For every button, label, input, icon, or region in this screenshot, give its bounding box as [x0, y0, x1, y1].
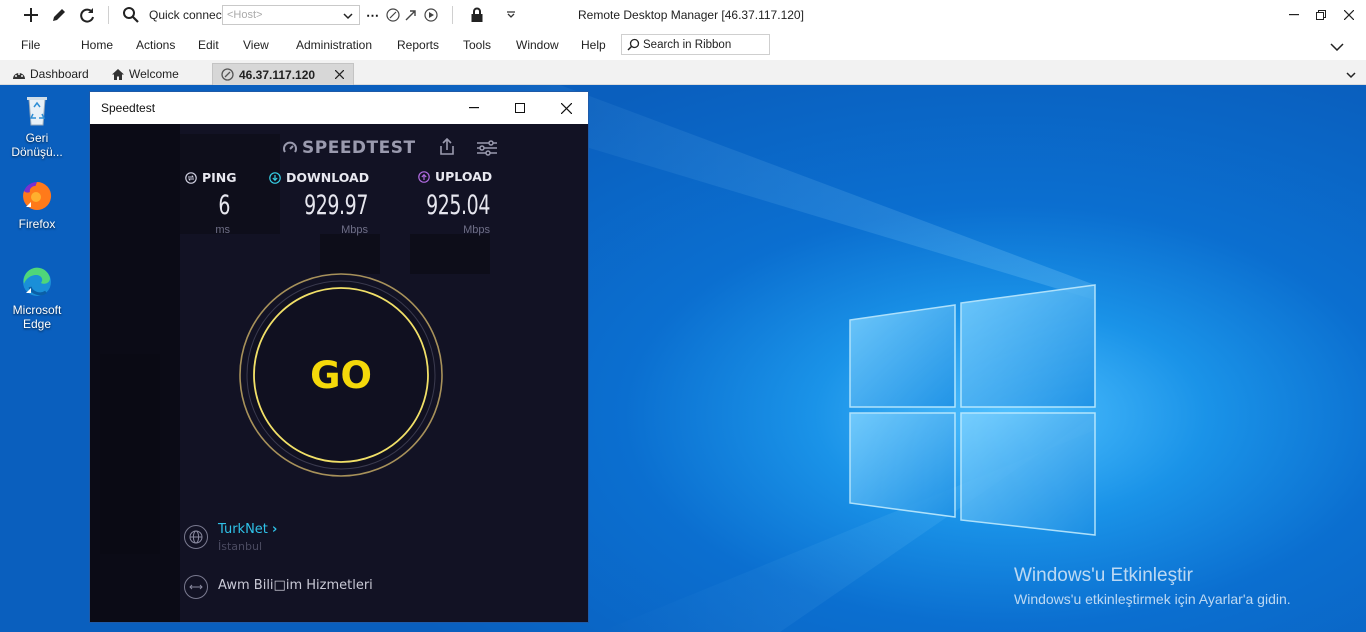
tab-welcome[interactable]: Welcome	[111, 63, 179, 85]
rdp-session-icon	[221, 68, 234, 81]
download-header: DOWNLOAD	[269, 170, 369, 185]
desktop-icon-recycle-bin[interactable]: Geri Dönüşü...	[2, 93, 72, 159]
upload-icon	[418, 170, 430, 183]
host-input[interactable]	[222, 5, 360, 25]
settings-sliders-icon[interactable]	[476, 140, 498, 159]
speedtest-content: SPEEDTEST PING 6 ms DOWNLOAD 929.97 Mbps	[90, 124, 588, 622]
more-options-icon[interactable]: ⋯	[366, 8, 380, 24]
tab-dashboard-label: Dashboard	[30, 67, 89, 81]
speedtest-window-title: Speedtest	[101, 101, 156, 115]
desktop-icon-firefox[interactable]: Firefox	[2, 179, 72, 231]
ping-header: PING	[185, 170, 237, 185]
chevron-right-icon: ›	[272, 522, 278, 537]
window-title: Remote Desktop Manager [46.37.117.120]	[578, 8, 804, 22]
isp-location: İstanbul	[218, 540, 263, 553]
title-bar: Quick connect ⋯ Remote Desktop Manager […	[0, 0, 1366, 30]
collapse-ribbon-icon[interactable]	[1330, 40, 1344, 54]
minimize-icon[interactable]	[462, 96, 486, 120]
upload-header: UPLOAD	[418, 169, 492, 184]
desktop-icon-edge[interactable]: Microsoft Edge	[2, 265, 72, 331]
ping-label: PING	[202, 170, 237, 185]
menu-reports[interactable]: Reports	[397, 38, 439, 52]
server-info[interactable]: Awm Bili□im Hizmetleri	[184, 572, 484, 612]
desktop-icon-label: Microsoft Edge	[12, 303, 62, 331]
upload-value: 925.04	[426, 190, 490, 221]
menu-bar: File Home Actions Edit View Administrati…	[0, 30, 1366, 60]
activate-windows-title: Windows'u Etkinleştir	[1014, 565, 1193, 586]
menu-tools[interactable]: Tools	[463, 38, 491, 52]
close-icon[interactable]	[1337, 3, 1361, 27]
speedtest-logo-text: SPEEDTEST	[302, 138, 416, 158]
toolbar-divider	[452, 6, 453, 24]
activate-windows-subtitle: Windows'u etkinleştirmek için Ayarlar'a …	[1014, 591, 1291, 607]
download-unit: Mbps	[341, 224, 368, 236]
download-icon	[269, 171, 281, 184]
dashboard-icon	[12, 68, 26, 80]
isp-info[interactable]: TurkNet › İstanbul	[184, 522, 484, 562]
speedtest-titlebar: Speedtest	[90, 92, 588, 124]
ribbon-search-label: Search in Ribbon	[643, 39, 732, 51]
refresh-icon[interactable]	[76, 4, 98, 26]
go-button[interactable]: GO	[238, 272, 444, 478]
background-shade	[410, 234, 490, 274]
edit-icon[interactable]	[48, 4, 70, 26]
download-value: 929.97	[304, 190, 368, 221]
tab-list-dropdown-icon[interactable]	[1346, 68, 1356, 82]
download-label: DOWNLOAD	[286, 170, 370, 185]
menu-file[interactable]: File	[21, 38, 40, 52]
recycle-bin-icon	[20, 93, 54, 127]
ping-value: 6	[218, 190, 230, 221]
tab-dashboard[interactable]: Dashboard	[12, 63, 89, 85]
gauge-icon	[282, 140, 298, 156]
minimize-icon[interactable]	[1282, 3, 1306, 27]
maximize-icon[interactable]	[508, 96, 532, 120]
close-tab-icon[interactable]	[334, 68, 345, 82]
home-icon	[111, 68, 125, 81]
chevron-down-icon[interactable]	[343, 9, 353, 23]
restore-icon[interactable]	[1309, 3, 1333, 27]
menu-view[interactable]: View	[243, 38, 269, 52]
tab-session-label: 46.37.117.120	[239, 67, 316, 82]
speedtest-window: Speedtest SPEEDTEST PING 6 ms DOWNLOAD 9…	[89, 91, 589, 623]
ribbon-search-box[interactable]: Search in Ribbon	[621, 34, 770, 55]
server-name: Awm Bili□im Hizmetleri	[218, 578, 373, 593]
isp-name[interactable]: TurkNet ›	[218, 522, 277, 537]
connect-arrow-icon[interactable]	[400, 4, 422, 26]
ping-icon	[185, 171, 197, 184]
customize-dropdown-icon[interactable]	[500, 4, 522, 26]
tab-welcome-label: Welcome	[129, 67, 179, 81]
menu-help[interactable]: Help	[581, 38, 606, 52]
add-icon[interactable]	[20, 4, 42, 26]
tab-session[interactable]: 46.37.117.120	[212, 63, 354, 85]
desktop-icon-label: Geri Dönüşü...	[11, 131, 63, 159]
lock-icon[interactable]	[466, 4, 488, 26]
upload-label: UPLOAD	[435, 169, 493, 184]
speedtest-logo: SPEEDTEST	[282, 138, 416, 158]
desktop-icon-label: Firefox	[18, 217, 56, 231]
play-icon[interactable]	[420, 4, 442, 26]
menu-administration[interactable]: Administration	[296, 38, 372, 52]
globe-icon	[184, 525, 208, 549]
upload-unit: Mbps	[463, 224, 490, 236]
search-icon	[627, 38, 640, 54]
menu-edit[interactable]: Edit	[198, 38, 219, 52]
background-shade	[100, 354, 160, 554]
close-icon[interactable]	[554, 96, 578, 120]
firefox-icon	[20, 179, 54, 213]
menu-window[interactable]: Window	[516, 38, 559, 52]
menu-actions[interactable]: Actions	[136, 38, 175, 52]
edge-icon	[20, 265, 54, 299]
document-tab-bar: Dashboard Welcome 46.37.117.120	[0, 60, 1366, 85]
quick-connect-label: Quick connect	[149, 8, 226, 22]
background-shade	[320, 234, 380, 274]
go-label: GO	[310, 353, 372, 397]
server-arrows-icon	[184, 575, 208, 599]
search-icon[interactable]	[120, 4, 142, 26]
share-icon[interactable]	[438, 137, 456, 159]
toolbar-divider	[108, 6, 109, 24]
ping-unit: ms	[215, 224, 230, 236]
menu-home[interactable]: Home	[81, 38, 113, 52]
